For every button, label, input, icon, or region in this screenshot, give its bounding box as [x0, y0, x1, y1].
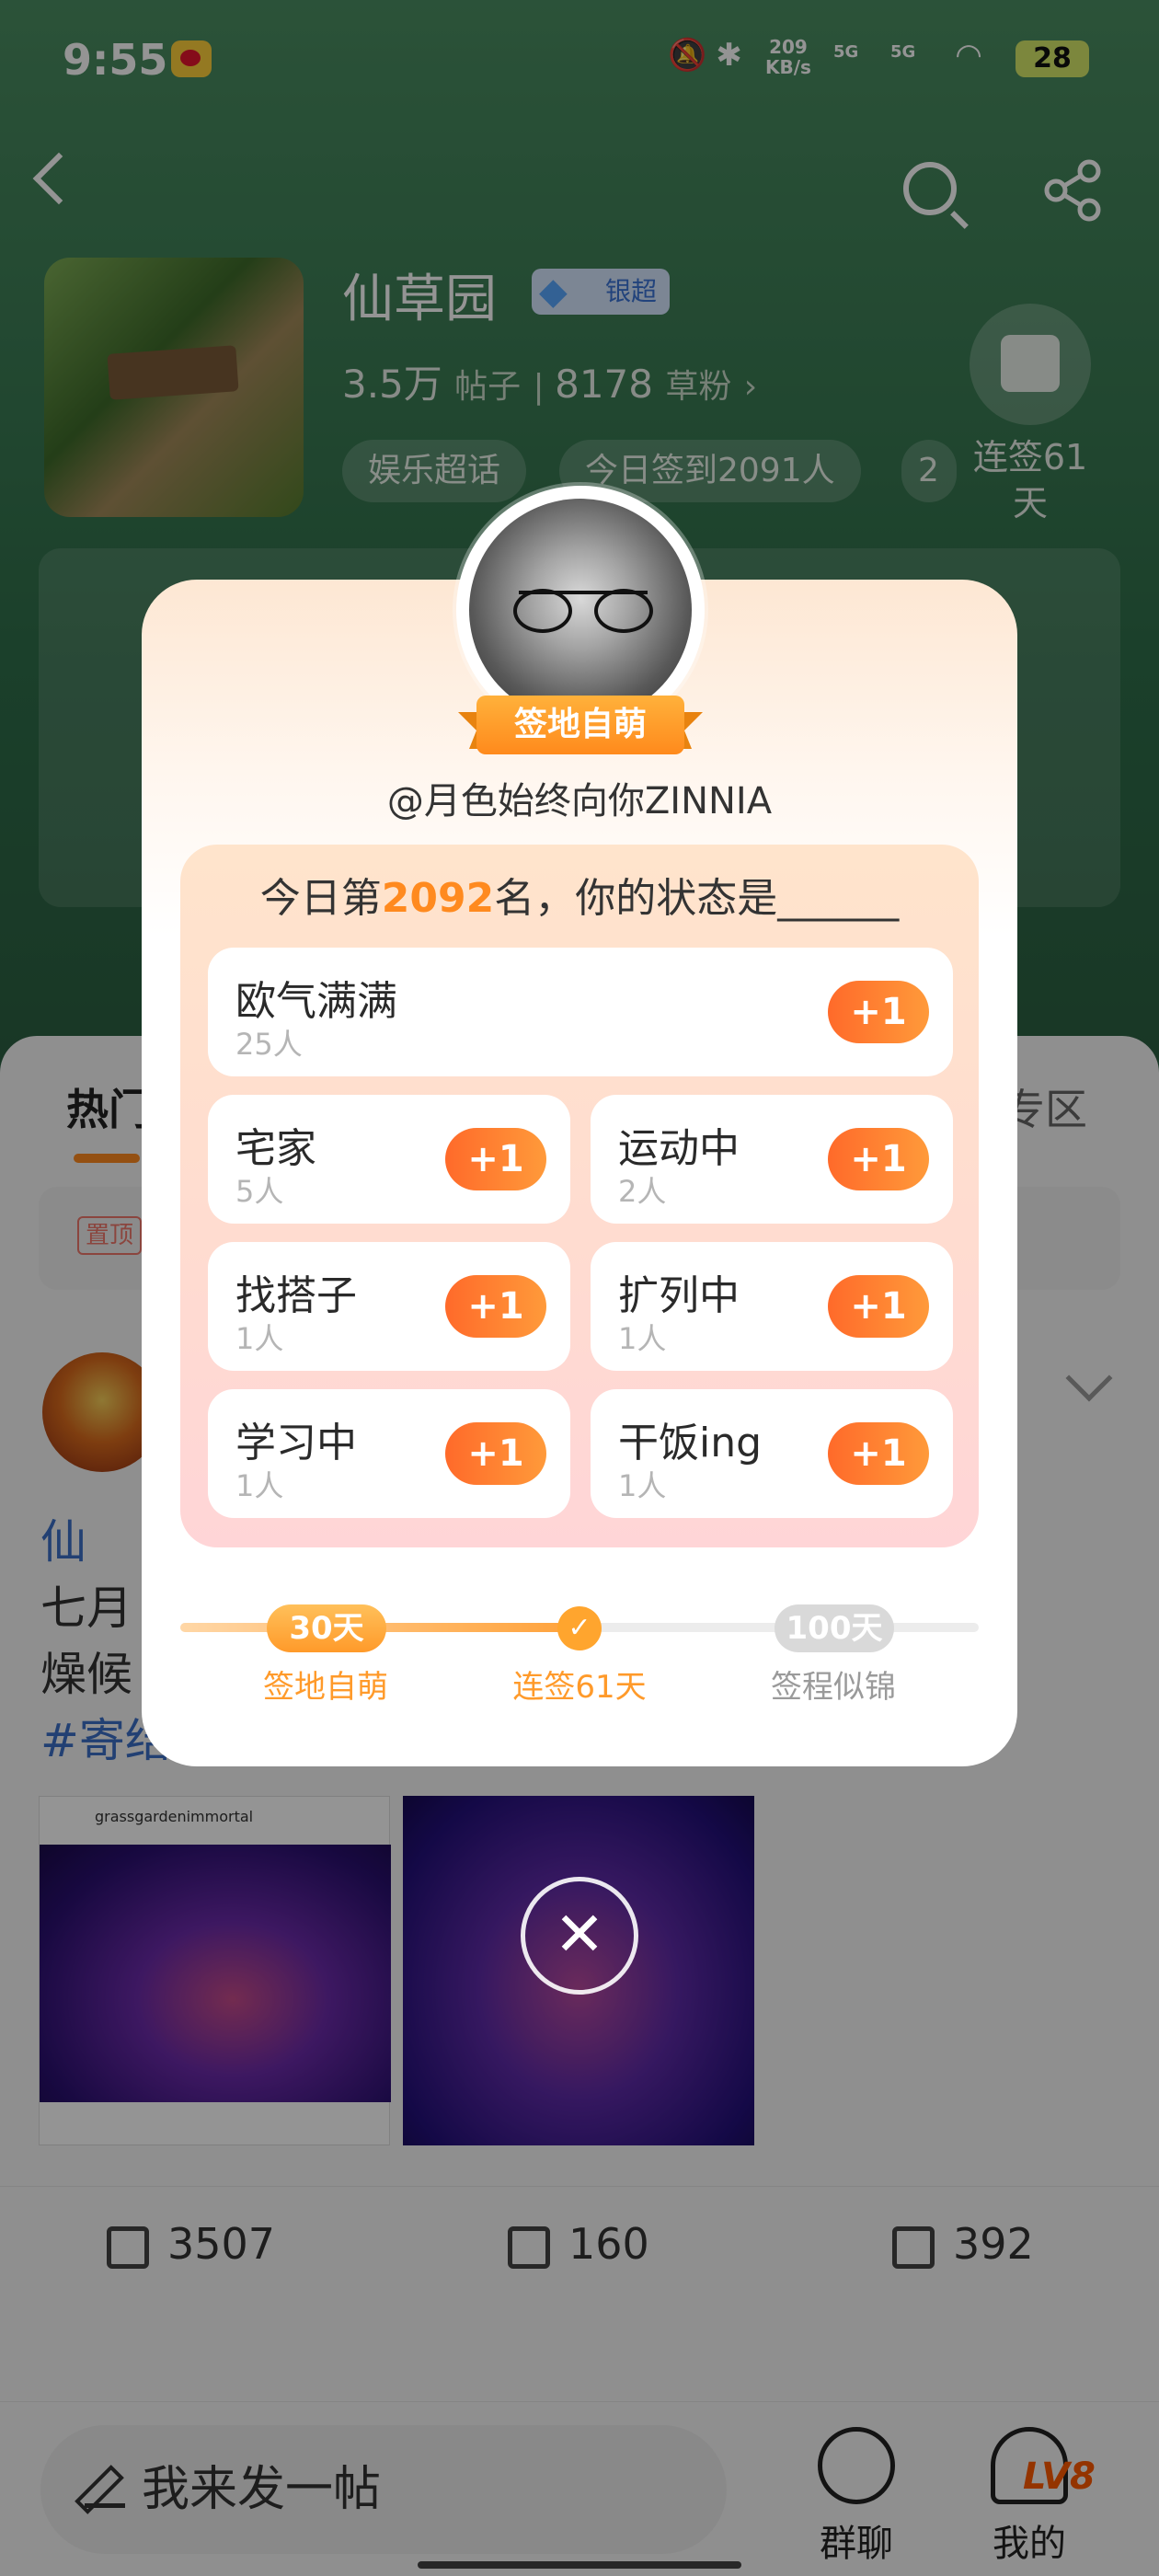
- plus-one-button[interactable]: +1: [828, 1422, 929, 1485]
- prompt-prefix: 今日第: [259, 875, 382, 922]
- rank-title: 签地自萌: [476, 696, 684, 754]
- plus-one-button[interactable]: +1: [828, 1128, 929, 1190]
- plus-one-button[interactable]: +1: [828, 1275, 929, 1338]
- option-name: 宅家: [235, 1125, 316, 1172]
- option-count: 25人: [235, 1027, 303, 1062]
- rank-ribbon: 签地自萌: [458, 696, 703, 764]
- milestone-100-pill: 100天: [775, 1604, 894, 1652]
- status-option-exercise[interactable]: 运动中 2人 +1: [591, 1095, 953, 1224]
- option-name: 找搭子: [235, 1272, 357, 1319]
- status-option-studying[interactable]: 学习中 1人 +1: [208, 1389, 570, 1518]
- option-count: 1人: [618, 1321, 667, 1356]
- status-option-find-buddy[interactable]: 找搭子 1人 +1: [208, 1242, 570, 1371]
- milestone-100-label: 签程似锦: [771, 1669, 896, 1706]
- option-name: 欧气满满: [235, 978, 397, 1025]
- status-option-home[interactable]: 宅家 5人 +1: [208, 1095, 570, 1224]
- status-prompt: 今日第2092名，你的状态是______: [180, 865, 979, 924]
- status-option-eating[interactable]: 干饭ing 1人 +1: [591, 1389, 953, 1518]
- option-count: 5人: [235, 1174, 284, 1209]
- option-count: 1人: [235, 1321, 284, 1356]
- option-name: 学习中: [235, 1420, 357, 1466]
- avatar-glasses: [513, 589, 653, 633]
- plus-one-button[interactable]: +1: [445, 1422, 546, 1485]
- plus-one-button[interactable]: +1: [445, 1275, 546, 1338]
- option-count: 1人: [618, 1468, 667, 1503]
- prompt-suffix: 名，你的状态是______: [494, 875, 900, 922]
- status-option-make-friends[interactable]: 扩列中 1人 +1: [591, 1242, 953, 1371]
- option-name: 扩列中: [618, 1272, 740, 1319]
- option-count: 2人: [618, 1174, 667, 1209]
- milestone-current-label: 连签61天: [512, 1669, 647, 1706]
- milestone-current-check-icon: ✓: [557, 1606, 602, 1650]
- milestone-30-pill: 30天: [267, 1604, 386, 1652]
- status-option-lucky[interactable]: 欧气满满 25人 +1: [208, 948, 953, 1076]
- milestone-30-label: 签地自萌: [263, 1669, 388, 1706]
- close-icon[interactable]: ✕: [521, 1877, 638, 1995]
- plus-one-button[interactable]: +1: [828, 981, 929, 1043]
- option-name: 运动中: [618, 1125, 740, 1172]
- rank-number: 2092: [381, 875, 495, 922]
- option-name: 干饭ing: [618, 1420, 763, 1466]
- option-count: 1人: [235, 1468, 284, 1503]
- plus-one-button[interactable]: +1: [445, 1128, 546, 1190]
- username: @月色始终向你ZINNIA: [386, 780, 773, 822]
